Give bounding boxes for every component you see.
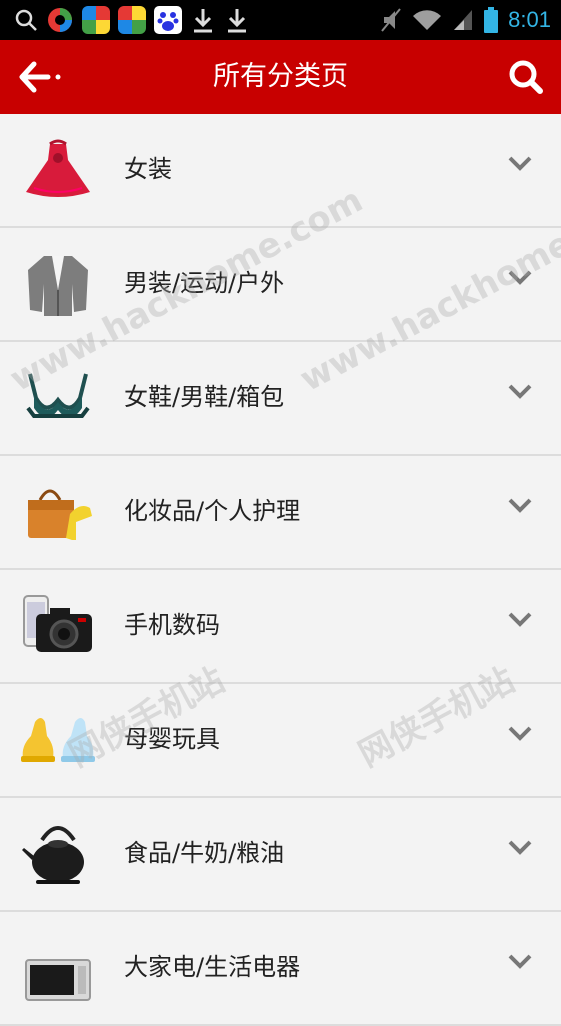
mute-icon (381, 8, 401, 32)
app-icon-3 (118, 6, 146, 34)
category-row[interactable]: 男装/运动/户外 (0, 228, 561, 342)
category-label: 女装 (124, 155, 172, 183)
chevron-down-icon[interactable] (507, 382, 533, 402)
category-label: 手机数码 (124, 611, 220, 639)
status-bar-right: 8:01 (380, 4, 551, 36)
jacket-icon (28, 256, 88, 316)
chevron-down-icon[interactable] (507, 724, 533, 744)
category-row[interactable]: 母婴玩具 (0, 684, 561, 798)
app-icon-2 (82, 6, 110, 34)
status-bar: 8:01 (0, 0, 561, 40)
lingerie-icon (26, 373, 90, 418)
category-row[interactable]: 大家电/生活电器 (0, 912, 561, 1026)
search-button[interactable] (507, 58, 545, 96)
search-icon (509, 60, 543, 94)
signal-icon (454, 10, 473, 30)
chevron-down-icon[interactable] (507, 154, 533, 174)
dress-icon (26, 139, 90, 197)
search-icon (15, 9, 37, 31)
category-label: 化妆品/个人护理 (124, 497, 301, 525)
microwave-icon (25, 959, 91, 1001)
teapot-icon (22, 826, 84, 884)
battery-icon (484, 7, 499, 33)
category-row[interactable]: 化妆品/个人护理 (0, 456, 561, 570)
chevron-down-icon[interactable] (507, 268, 533, 288)
status-bar-left (14, 4, 250, 36)
category-label: 大家电/生活电器 (124, 953, 301, 981)
category-row[interactable]: 女鞋/男鞋/箱包 (0, 342, 561, 456)
category-label: 母婴玩具 (124, 725, 220, 753)
phone-camera-icon (23, 595, 92, 652)
app-icon-1 (48, 8, 72, 32)
chevron-down-icon[interactable] (507, 952, 533, 972)
download-icon (228, 9, 246, 33)
handbag-heels-icon (28, 489, 92, 540)
wifi-icon (413, 10, 442, 30)
baidu-icon (154, 6, 182, 34)
category-label: 食品/牛奶/粮油 (124, 839, 285, 867)
status-time: 8:01 (508, 7, 551, 32)
category-row[interactable]: 食品/牛奶/粮油 (0, 798, 561, 912)
category-row[interactable]: 女装 (0, 114, 561, 228)
chevron-down-icon[interactable] (507, 496, 533, 516)
download-icon (194, 9, 212, 33)
category-label: 女鞋/男鞋/箱包 (124, 383, 285, 411)
page-title: 所有分类页 (213, 61, 348, 92)
app-header: 所有分类页 (0, 40, 561, 114)
chevron-down-icon[interactable] (507, 838, 533, 858)
category-row[interactable]: 手机数码 (0, 570, 561, 684)
baby-bottle-icon (21, 718, 95, 762)
category-label: 男装/运动/户外 (124, 269, 285, 297)
chevron-down-icon[interactable] (507, 610, 533, 630)
